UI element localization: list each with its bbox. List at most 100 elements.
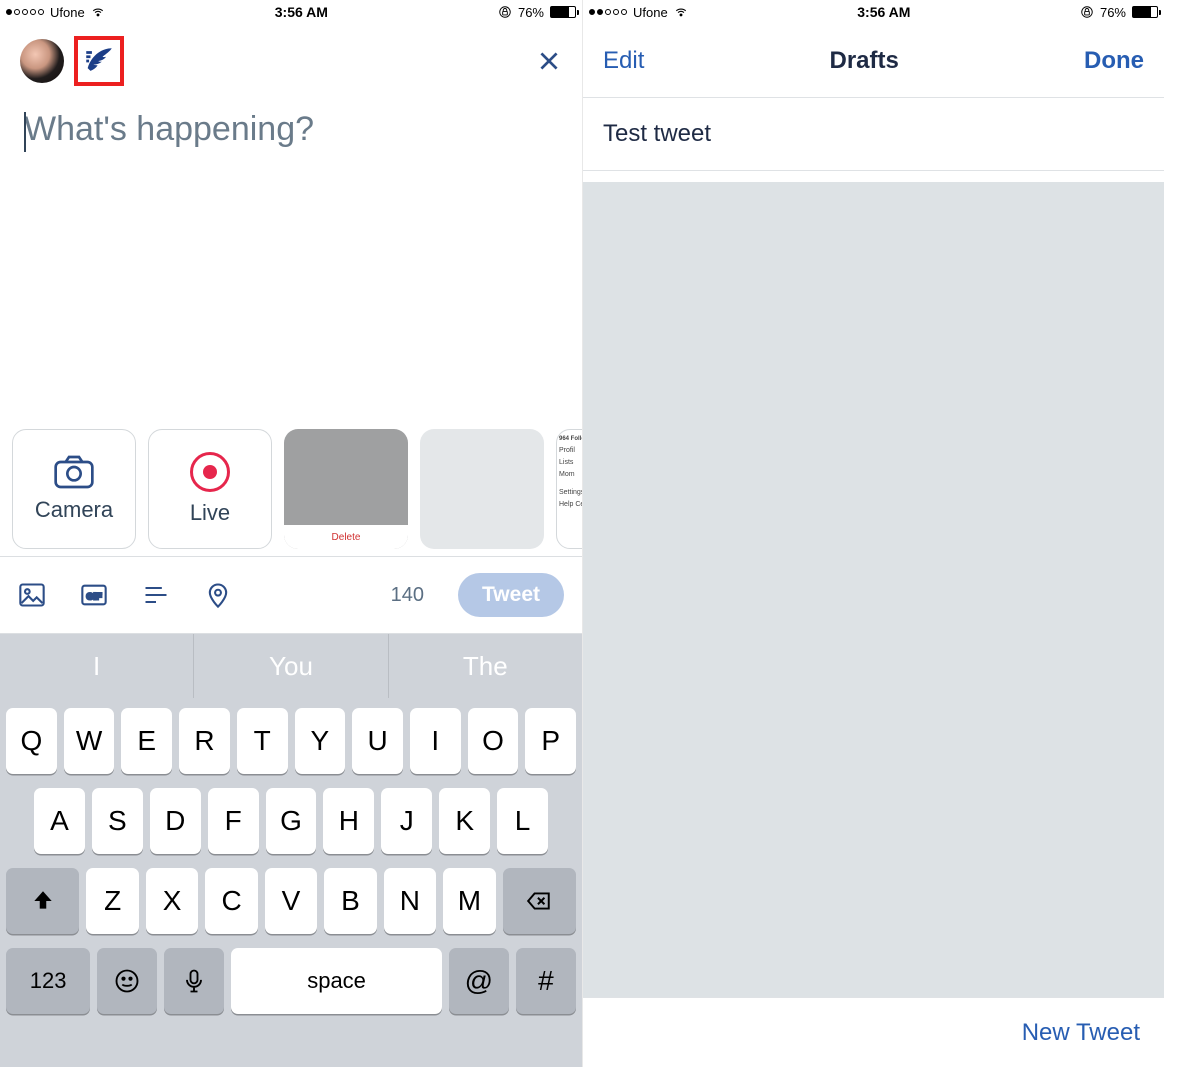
key[interactable]: O [468, 708, 519, 774]
mic-key[interactable] [164, 948, 224, 1014]
key[interactable]: K [439, 788, 490, 854]
key[interactable]: U [352, 708, 403, 774]
key[interactable]: R [179, 708, 230, 774]
key-row-1: Q W E R T Y U I O P [6, 708, 576, 774]
signal-strength-icon [589, 9, 627, 15]
tweet-button[interactable]: Tweet [458, 573, 564, 617]
key-row-4: 123 space @ # [6, 948, 576, 1014]
key[interactable]: S [92, 788, 143, 854]
key[interactable]: H [323, 788, 374, 854]
key[interactable]: Q [6, 708, 57, 774]
delete-label[interactable]: Delete [284, 525, 408, 549]
key-row-2: A S D F G H J K L [6, 788, 576, 854]
orientation-lock-icon [1080, 5, 1094, 19]
status-bar: Ufone 3:56 AM 76% [0, 0, 582, 24]
compose-toolbar: GIF 140 Tweet [0, 556, 582, 634]
live-label: Live [190, 500, 230, 526]
emoji-key[interactable] [97, 948, 157, 1014]
drafts-list: Test tweet [583, 98, 1164, 171]
key[interactable]: V [265, 868, 317, 934]
key[interactable]: T [237, 708, 288, 774]
poll-icon[interactable] [142, 581, 170, 609]
drafts-footer: New Tweet [583, 997, 1164, 1067]
text-cursor-icon [24, 112, 26, 152]
close-icon[interactable] [536, 48, 562, 74]
compose-header [0, 24, 582, 98]
drafts-empty-area [583, 182, 1164, 997]
keyboard-suggestions: I You The [0, 634, 582, 698]
live-tile[interactable]: Live [148, 429, 272, 549]
key[interactable]: F [208, 788, 259, 854]
backspace-icon [526, 888, 552, 914]
svg-text:GIF: GIF [86, 592, 102, 602]
signal-strength-icon [6, 9, 44, 15]
photo-thumb-1[interactable]: Delete [284, 429, 408, 549]
drafts-button[interactable] [74, 36, 124, 86]
location-icon[interactable] [204, 581, 232, 609]
hash-key[interactable]: # [516, 948, 576, 1014]
periscope-icon [190, 452, 230, 492]
at-key[interactable]: @ [449, 948, 509, 1014]
new-tweet-button[interactable]: New Tweet [1022, 1019, 1140, 1047]
battery-percent: 76% [518, 5, 544, 20]
key[interactable]: C [205, 868, 257, 934]
key[interactable]: J [381, 788, 432, 854]
key-row-3: Z X C V B N M [6, 868, 576, 934]
suggest-key[interactable]: I [0, 634, 194, 698]
done-button[interactable]: Done [1084, 47, 1144, 75]
photo-icon[interactable] [18, 581, 46, 609]
shift-icon [30, 888, 56, 914]
wifi-icon [674, 5, 688, 19]
key[interactable]: W [64, 708, 115, 774]
key[interactable]: Z [86, 868, 138, 934]
keyboard: I You The Q W E R T Y U I O P A [0, 634, 582, 1067]
suggest-key[interactable]: You [194, 634, 388, 698]
camera-icon [54, 455, 94, 489]
emoji-icon [113, 967, 141, 995]
carrier-label: Ufone [633, 5, 668, 20]
photo-thumb-3[interactable]: 964 Follow Profil Lists Mom Settings a H… [556, 429, 582, 549]
page-title: Drafts [830, 47, 899, 75]
key[interactable]: M [443, 868, 495, 934]
avatar[interactable] [20, 39, 64, 83]
mode-key[interactable]: 123 [6, 948, 90, 1014]
wifi-icon [91, 5, 105, 19]
key[interactable]: G [266, 788, 317, 854]
status-bar: Ufone 3:56 AM 76% [583, 0, 1164, 24]
space-key[interactable]: space [231, 948, 441, 1014]
key[interactable]: I [410, 708, 461, 774]
mic-icon [180, 967, 208, 995]
clock: 3:56 AM [857, 4, 910, 20]
shift-key[interactable] [6, 868, 79, 934]
key[interactable]: N [384, 868, 436, 934]
battery-icon [550, 6, 576, 18]
key[interactable]: A [34, 788, 85, 854]
photo-thumb-2[interactable] [420, 429, 544, 549]
compose-placeholder-text: What's happening? [24, 110, 314, 148]
orientation-lock-icon [498, 5, 512, 19]
char-count: 140 [391, 584, 424, 607]
drafts-screen: Ufone 3:56 AM 76% Edit Drafts Done [582, 0, 1164, 1067]
battery-percent: 76% [1100, 5, 1126, 20]
feather-icon [82, 44, 116, 78]
camera-tile[interactable]: Camera [12, 429, 136, 549]
compose-screen: Ufone 3:56 AM 76% [0, 0, 582, 1067]
battery-icon [1132, 6, 1158, 18]
key[interactable]: P [525, 708, 576, 774]
carrier-label: Ufone [50, 5, 85, 20]
drafts-nav: Edit Drafts Done [583, 24, 1164, 98]
key[interactable]: D [150, 788, 201, 854]
key[interactable]: B [324, 868, 376, 934]
key[interactable]: L [497, 788, 548, 854]
camera-label: Camera [35, 497, 113, 523]
edit-button[interactable]: Edit [603, 47, 644, 75]
suggest-key[interactable]: The [389, 634, 582, 698]
key[interactable]: E [121, 708, 172, 774]
key[interactable]: Y [295, 708, 346, 774]
draft-item[interactable]: Test tweet [583, 98, 1164, 170]
key[interactable]: X [146, 868, 198, 934]
gif-icon[interactable]: GIF [80, 581, 108, 609]
media-strip: Camera Live Delete 964 Follow Profil Lis… [0, 424, 582, 554]
backspace-key[interactable] [503, 868, 576, 934]
compose-input[interactable]: What's happening? [0, 98, 582, 161]
